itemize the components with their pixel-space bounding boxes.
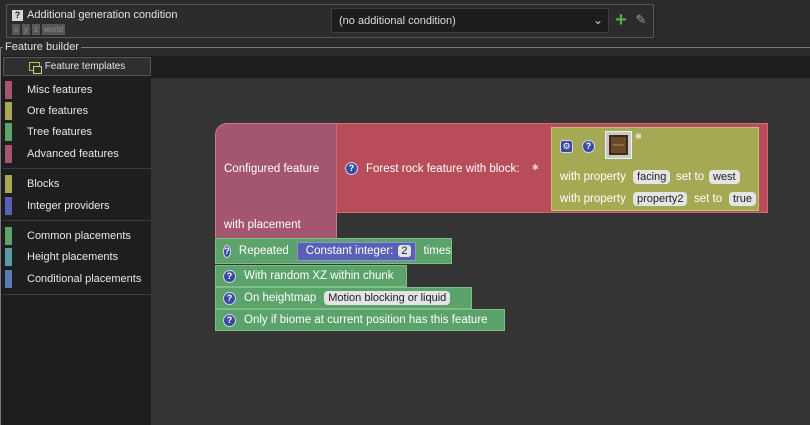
pencil-icon: ✎ (635, 12, 647, 27)
block-image[interactable] (605, 131, 632, 159)
heightmap-label: On heightmap (244, 292, 317, 304)
plus-icon: + (615, 9, 627, 31)
category-integer-providers[interactable]: Integer providers (1, 195, 151, 216)
help-icon[interactable]: ? (223, 291, 236, 305)
builder-title: Feature builder (3, 41, 81, 53)
category-label: Common placements (27, 229, 131, 242)
category-swatch (5, 80, 12, 99)
block-toolbox: Feature templates Misc features Ore feat… (1, 56, 151, 425)
biome-label: Only if biome at current position has th… (244, 314, 488, 326)
category-advanced-features[interactable]: Advanced features (1, 143, 151, 164)
configured-feature-block[interactable]: Configured feature with placement (215, 123, 337, 243)
property-set-to: set to (694, 193, 723, 205)
crate-icon (609, 135, 628, 155)
constant-integer-label: Constant integer: (305, 245, 394, 257)
biome-placement-block[interactable]: ? Only if biome at current position has … (215, 309, 505, 331)
with-placement-label: with placement (224, 219, 301, 231)
category-separator (3, 220, 151, 221)
category-separator (3, 294, 151, 295)
category-height-placements[interactable]: Height placements (1, 246, 151, 267)
category-swatch (5, 174, 12, 193)
constant-integer-block[interactable]: Constant integer: 2 (296, 241, 416, 261)
help-icon[interactable]: ? (345, 162, 358, 175)
connector-icon: ✻ (532, 163, 539, 172)
generation-condition-row: ? Additional generation condition x y z … (6, 4, 654, 38)
feature-templates-button[interactable]: Feature templates (3, 57, 151, 76)
dep-z: z (32, 24, 40, 35)
category-swatch (5, 247, 12, 266)
times-label: times (423, 245, 451, 257)
category-swatch (5, 269, 12, 288)
category-label: Conditional placements (27, 272, 142, 285)
category-label: Integer providers (27, 199, 110, 212)
property-value-chip[interactable]: true (729, 192, 756, 206)
constant-integer-value[interactable]: 2 (398, 245, 411, 257)
condition-select[interactable]: (no additional condition) ⌄ (331, 8, 609, 33)
heightmap-placement-block[interactable]: ? On heightmap Motion blocking or liquid (215, 287, 472, 309)
category-label: Height placements (27, 250, 119, 263)
edit-condition-button[interactable]: ✎ (633, 10, 649, 30)
gear-icon[interactable]: ⚙ (560, 140, 573, 153)
property-value-chip[interactable]: west (709, 170, 740, 184)
category-conditional-placements[interactable]: Conditional placements (1, 268, 151, 289)
add-condition-button[interactable]: + (612, 8, 630, 32)
configured-feature-label: Configured feature (224, 163, 320, 175)
random-xz-label: With random XZ within chunk (244, 270, 394, 282)
templates-label: Feature templates (44, 61, 126, 72)
category-tree-features[interactable]: Tree features (1, 121, 151, 142)
category-swatch (5, 144, 12, 163)
category-blocks[interactable]: Blocks (1, 173, 151, 194)
property-name-chip[interactable]: facing (633, 170, 671, 184)
property-prefix: with property (560, 193, 626, 205)
repeated-label: Repeated (238, 245, 289, 257)
random-xz-placement-block[interactable]: ? With random XZ within chunk (215, 265, 407, 287)
heightmap-dropdown[interactable]: Motion blocking or liquid (324, 291, 451, 305)
dep-world: world (42, 24, 66, 35)
category-label: Advanced features (27, 147, 119, 160)
category-swatch (5, 196, 12, 215)
forest-rock-label: Forest rock feature with block: (366, 163, 520, 175)
property-prefix: with property (560, 171, 626, 183)
dependency-tags: x y z world (12, 24, 66, 35)
category-label: Ore features (27, 104, 89, 117)
category-separator (3, 168, 151, 169)
category-common-placements[interactable]: Common placements (1, 225, 151, 246)
builder-frame-top (0, 47, 810, 48)
connector-icon: ✻ (635, 132, 642, 141)
repeated-placement-block[interactable]: ? Repeated Constant integer: 2 times (215, 238, 452, 264)
category-label: Misc features (27, 83, 93, 96)
category-label: Tree features (27, 125, 93, 138)
property-set-to: set to (676, 171, 705, 183)
category-swatch (5, 101, 12, 120)
category-ore-features[interactable]: Ore features (1, 100, 151, 121)
category-misc-features[interactable]: Misc features (1, 79, 151, 100)
category-label: Blocks (27, 177, 60, 190)
templates-icon (28, 62, 42, 74)
condition-title: Additional generation condition (27, 9, 178, 21)
help-icon[interactable]: ? (12, 10, 23, 21)
dep-y: y (22, 24, 30, 35)
category-swatch (5, 122, 12, 141)
dep-x: x (12, 24, 20, 35)
category-swatch (5, 226, 12, 245)
chevron-down-icon: ⌄ (592, 13, 603, 27)
help-icon[interactable]: ? (223, 313, 236, 327)
property-name-chip[interactable]: property2 (633, 192, 688, 206)
condition-select-value: (no additional condition) (339, 15, 456, 27)
help-icon[interactable]: ? (582, 140, 595, 153)
help-icon[interactable]: ? (223, 269, 236, 283)
block-state-block[interactable]: with property facing set to west with pr… (551, 127, 759, 211)
help-icon[interactable]: ? (223, 244, 231, 258)
